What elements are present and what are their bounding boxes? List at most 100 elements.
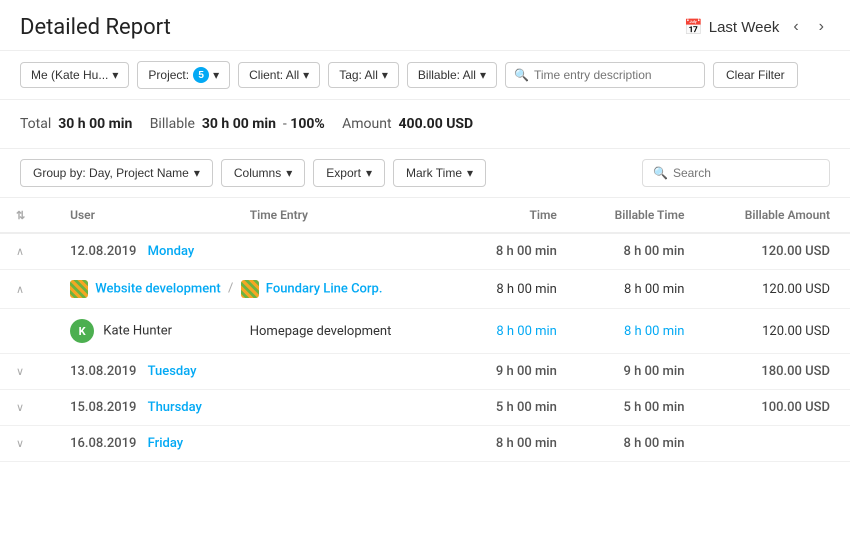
project-filter-chevron: ▾ — [213, 68, 219, 82]
date-range-label: Last Week — [709, 19, 780, 36]
client-filter-button[interactable]: Client: All ▾ — [238, 62, 320, 88]
group-billable-time: 9 h 00 min — [577, 354, 705, 390]
tag-filter-chevron: ▾ — [382, 68, 388, 82]
amount-label: Amount — [342, 116, 391, 132]
group-date-cell: 16.08.2019 Friday — [50, 426, 459, 462]
subgroup-billable-amount: 120.00 USD — [704, 270, 850, 309]
total-label: Total — [20, 116, 51, 132]
group-billable-amount: 120.00 USD — [704, 233, 850, 270]
tag-filter-button[interactable]: Tag: All ▾ — [328, 62, 399, 88]
table-row: K Kate Hunter Homepage development 8 h 0… — [0, 309, 850, 354]
calendar-icon: 📅 — [684, 18, 703, 36]
table-group-row: ∧ 12.08.2019 Monday 8 h 00 min 8 h 00 mi… — [0, 233, 850, 270]
project-filter-button[interactable]: Project: 5 ▾ — [137, 61, 230, 89]
search-icon: 🔍 — [514, 68, 529, 82]
group-day: Tuesday — [148, 364, 197, 379]
columns-chevron: ▾ — [286, 166, 292, 180]
user-filter-button[interactable]: Me (Kate Hu... ▾ — [20, 62, 129, 88]
group-date: 16.08.2019 — [70, 436, 136, 451]
user-filter-chevron: ▾ — [112, 68, 118, 82]
row-billable-amount-cell: 120.00 USD — [704, 309, 850, 354]
header-right: 📅 Last Week ‹ › — [684, 14, 830, 40]
subgroup-chevron[interactable]: ∧ — [16, 283, 24, 296]
group-chevron[interactable]: ∨ — [16, 365, 24, 378]
row-entry-cell: Homepage development — [230, 309, 460, 354]
columns-label: Columns — [234, 166, 281, 180]
group-expand-cell[interactable]: ∨ — [0, 426, 50, 462]
row-billable-time-link[interactable]: 8 h 00 min — [624, 324, 685, 339]
sort-icon: ⇅ — [16, 209, 25, 222]
client-icon — [241, 280, 259, 298]
row-billable-time-cell: 8 h 00 min — [577, 309, 705, 354]
table-search-input[interactable] — [673, 166, 819, 180]
group-time: 8 h 00 min — [460, 233, 577, 270]
group-expand-cell[interactable]: ∨ — [0, 390, 50, 426]
group-date: 12.08.2019 — [70, 244, 136, 259]
project-name-link[interactable]: Website development — [95, 281, 220, 296]
table-header-row: ⇅ User Time Entry Time Billable Time Bil… — [0, 198, 850, 233]
group-day: Friday — [148, 436, 184, 451]
summary-bar: Total 30 h 00 min Billable 30 h 00 min -… — [0, 100, 850, 149]
next-week-button[interactable]: › — [813, 14, 830, 40]
page-title: Detailed Report — [20, 15, 171, 40]
project-icon — [70, 280, 88, 298]
clear-filter-button[interactable]: Clear Filter — [713, 62, 798, 88]
billable-filter-button[interactable]: Billable: All ▾ — [407, 62, 497, 88]
client-filter-label: Client: All — [249, 68, 299, 82]
time-entry-desc: Homepage development — [250, 324, 392, 339]
row-time-link[interactable]: 8 h 00 min — [496, 324, 557, 339]
app-container: Detailed Report 📅 Last Week ‹ › Me (Kate… — [0, 0, 850, 533]
group-chevron[interactable]: ∨ — [16, 437, 24, 450]
group-expand-cell[interactable]: ∨ — [0, 354, 50, 390]
columns-button[interactable]: Columns ▾ — [221, 159, 305, 187]
header: Detailed Report 📅 Last Week ‹ › — [0, 0, 850, 51]
row-empty-cell — [0, 309, 50, 354]
prev-week-button[interactable]: ‹ — [787, 14, 804, 40]
group-billable-time: 5 h 00 min — [577, 390, 705, 426]
group-by-label: Group by: Day, Project Name — [33, 166, 189, 180]
group-time: 8 h 00 min — [460, 426, 577, 462]
subgroup-project-cell: Website development / Foundary Line Corp… — [50, 270, 459, 309]
description-search-input[interactable] — [534, 68, 696, 82]
amount-value: 400.00 USD — [399, 116, 474, 132]
client-name-link[interactable]: Foundary Line Corp. — [266, 281, 383, 296]
group-billable-amount: 100.00 USD — [704, 390, 850, 426]
group-date-cell: 15.08.2019 Thursday — [50, 390, 459, 426]
group-billable-amount — [704, 426, 850, 462]
billable-pct: 100% — [290, 116, 324, 132]
group-day: Thursday — [148, 400, 202, 415]
mark-time-label: Mark Time — [406, 166, 462, 180]
table-subgroup-row: ∧ Website development / Foundary Line Co… — [0, 270, 850, 309]
separator: / — [228, 281, 237, 296]
group-billable-time: 8 h 00 min — [577, 233, 705, 270]
time-col-header: Time — [460, 198, 577, 233]
billable-amount-col-header: Billable Amount — [704, 198, 850, 233]
group-by-button[interactable]: Group by: Day, Project Name ▾ — [20, 159, 213, 187]
group-billable-amount: 180.00 USD — [704, 354, 850, 390]
group-chevron[interactable]: ∨ — [16, 401, 24, 414]
export-label: Export — [326, 166, 361, 180]
user-col-header: User — [50, 198, 230, 233]
tag-filter-label: Tag: All — [339, 68, 378, 82]
sort-col-header[interactable]: ⇅ — [0, 198, 50, 233]
avatar: K — [70, 319, 94, 343]
time-entry-col-header: Time Entry — [230, 198, 460, 233]
mark-time-chevron: ▾ — [467, 166, 473, 180]
subgroup-expand-cell[interactable]: ∧ — [0, 270, 50, 309]
subgroup-time: 8 h 00 min — [460, 270, 577, 309]
date-range-button[interactable]: 📅 Last Week — [684, 18, 779, 36]
group-by-chevron: ▾ — [194, 166, 200, 180]
group-chevron[interactable]: ∧ — [16, 245, 24, 258]
table-group-row: ∨ 15.08.2019 Thursday 5 h 00 min 5 h 00 … — [0, 390, 850, 426]
group-date-cell: 12.08.2019 Monday — [50, 233, 459, 270]
client-filter-chevron: ▾ — [303, 68, 309, 82]
export-button[interactable]: Export ▾ — [313, 159, 385, 187]
row-time-cell[interactable]: 8 h 00 min — [460, 309, 577, 354]
subgroup-billable-time: 8 h 00 min — [577, 270, 705, 309]
group-date-cell: 13.08.2019 Tuesday — [50, 354, 459, 390]
group-day: Monday — [148, 244, 195, 259]
group-time: 5 h 00 min — [460, 390, 577, 426]
mark-time-button[interactable]: Mark Time ▾ — [393, 159, 486, 187]
user-name: Kate Hunter — [103, 323, 172, 338]
group-expand-cell[interactable]: ∧ — [0, 233, 50, 270]
